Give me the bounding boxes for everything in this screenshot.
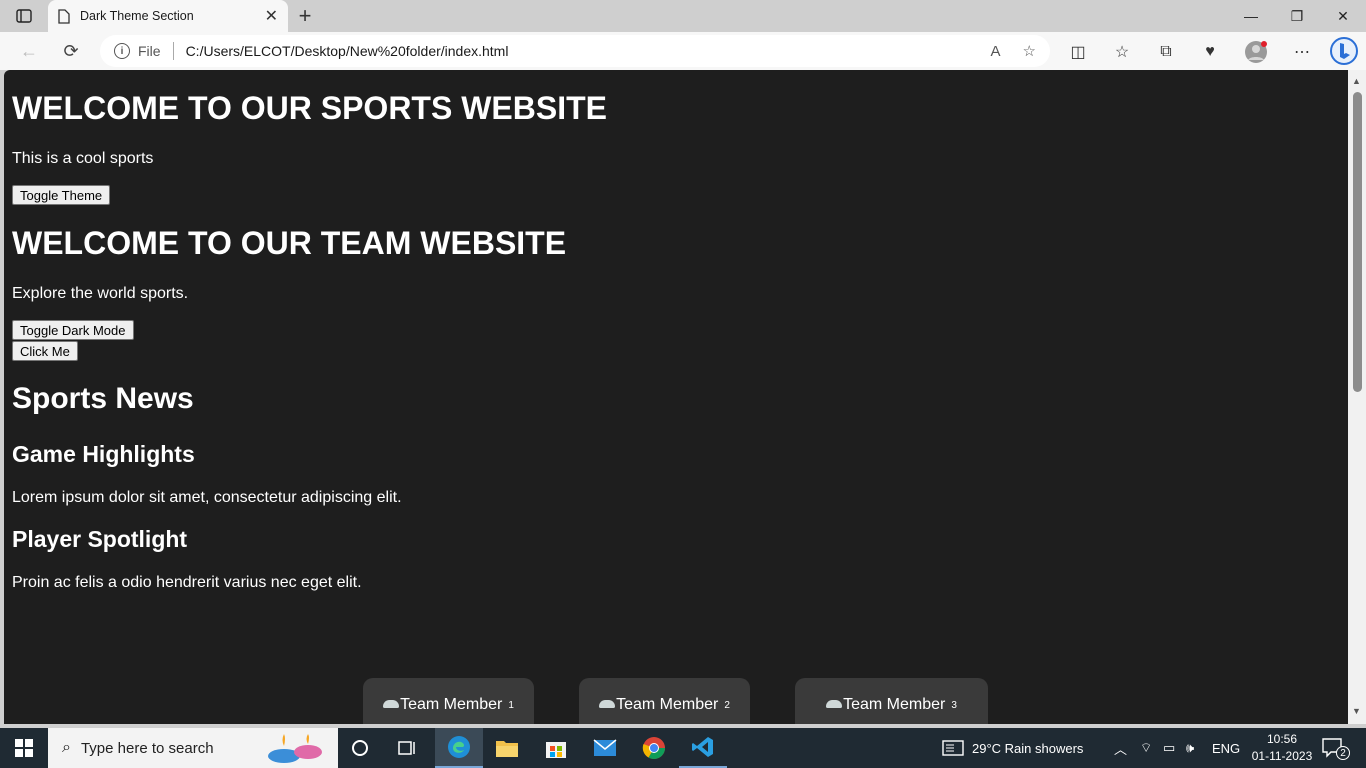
volume-icon[interactable]: 🕪: [1186, 728, 1194, 768]
tab-strip: Dark Theme Section ✕ + — ❐ ✕: [0, 0, 1366, 32]
member-label: Team Member: [400, 696, 503, 713]
taskbar-search-box[interactable]: ⌕ Type here to search: [48, 728, 338, 768]
news-heading: Sports News: [12, 382, 194, 415]
address-divider: [172, 42, 174, 60]
windows-start-icon[interactable]: [0, 728, 48, 768]
bing-copilot-icon[interactable]: [1330, 37, 1358, 65]
scrollbar-thumb[interactable]: [1353, 92, 1362, 392]
browser-essentials-icon[interactable]: ♥: [1198, 40, 1222, 64]
toggle-theme-button[interactable]: Toggle Theme: [12, 185, 111, 205]
member-image-tail: 3: [951, 700, 957, 711]
close-tab-icon[interactable]: ✕: [265, 6, 278, 26]
search-placeholder: Type here to search: [80, 739, 214, 757]
new-tab-button[interactable]: +: [292, 3, 318, 28]
member-label: Team Member: [616, 696, 719, 713]
info-icon[interactable]: i: [114, 43, 130, 59]
restore-button[interactable]: ❐: [1274, 0, 1320, 32]
weather-icon: [942, 740, 964, 756]
browser-toolbar: ← ⟳ i File C:/Users/ELCOT/Desktop/New%20…: [0, 32, 1366, 70]
favorite-star-icon[interactable]: ☆: [1023, 42, 1036, 60]
browser-tab[interactable]: Dark Theme Section ✕: [48, 0, 288, 32]
article-body: Lorem ipsum dolor sit amet, consectetur …: [12, 489, 402, 506]
team-heading: WELCOME TO OUR TEAM WEBSITE: [12, 225, 567, 261]
window-close-button[interactable]: ✕: [1320, 0, 1366, 32]
clock-time: 10:56: [1266, 732, 1298, 746]
weather-widget[interactable]: 29°C Rain showers: [942, 728, 1083, 768]
favorites-icon[interactable]: ☆: [1110, 40, 1134, 64]
back-arrow-icon[interactable]: ←: [14, 36, 44, 66]
article-title: Player Spotlight: [12, 526, 188, 552]
show-hidden-icons[interactable]: ︿: [1114, 728, 1127, 768]
taskbar-clock[interactable]: 10:56 01-11-2023: [1246, 731, 1318, 765]
vscode-icon[interactable]: [679, 728, 727, 768]
team-member-card[interactable]: Team Member 1: [363, 678, 534, 724]
task-view-icon[interactable]: [384, 728, 432, 768]
address-bar[interactable]: i File C:/Users/ELCOT/Desktop/New%20fold…: [100, 35, 1050, 67]
minimize-button[interactable]: —: [1228, 0, 1274, 32]
notifications-icon[interactable]: 2: [1322, 728, 1350, 768]
article-body: Proin ac felis a odio hendrerit varius n…: [12, 574, 362, 591]
read-aloud-icon[interactable]: A: [991, 43, 1001, 60]
sports-heading: WELCOME TO OUR SPORTS WEBSITE: [12, 90, 607, 126]
mail-icon[interactable]: [581, 728, 629, 768]
member-label: Team Member: [843, 696, 946, 713]
team-member-card[interactable]: Team Member 2: [579, 678, 750, 724]
toggle-dark-mode-button[interactable]: Toggle Dark Mode: [12, 320, 134, 340]
member-image: [826, 700, 843, 708]
member-image: [599, 700, 616, 708]
sports-paragraph: This is a cool sports: [12, 150, 154, 167]
tab-title: Dark Theme Section: [80, 9, 194, 23]
cortana-icon[interactable]: [336, 728, 384, 768]
scroll-up-icon[interactable]: ▲: [1352, 76, 1361, 86]
page-viewport: WELCOME TO OUR SPORTS WEBSITE This is a …: [4, 70, 1348, 724]
network-icon[interactable]: ⌔: [1140, 728, 1152, 768]
click-me-button[interactable]: Click Me: [12, 341, 78, 361]
chrome-icon[interactable]: [630, 728, 678, 768]
refresh-icon[interactable]: ⟳: [56, 36, 86, 66]
clock-date: 01-11-2023: [1251, 749, 1313, 763]
team-member-card[interactable]: Team Member 3: [795, 678, 988, 724]
article-title: Game Highlights: [12, 441, 195, 467]
url-text[interactable]: C:/Users/ELCOT/Desktop/New%20folder/inde…: [186, 43, 969, 59]
file-label: File: [138, 43, 161, 59]
store-icon[interactable]: [532, 728, 580, 768]
tab-actions-icon[interactable]: [10, 6, 38, 26]
split-screen-icon[interactable]: ◫: [1066, 40, 1090, 64]
notification-count: 2: [1336, 746, 1350, 760]
windows-taskbar: ⌕ Type here to search 29°C Rain showers …: [0, 728, 1366, 768]
edge-app-icon[interactable]: [435, 728, 483, 768]
member-image-tail: 1: [508, 700, 514, 711]
page-scrollbar[interactable]: ▲ ▼: [1348, 70, 1366, 724]
page-icon: [58, 8, 70, 24]
battery-icon[interactable]: ▭: [1163, 728, 1175, 768]
language-indicator[interactable]: ENG: [1212, 728, 1240, 768]
member-image: [383, 700, 400, 708]
team-paragraph: Explore the world sports.: [12, 285, 189, 302]
profile-avatar[interactable]: [1244, 40, 1268, 64]
search-icon: ⌕: [62, 739, 71, 756]
more-menu-icon[interactable]: ⋯: [1290, 40, 1314, 64]
collections-icon[interactable]: ⧉: [1154, 40, 1178, 64]
file-explorer-icon[interactable]: [483, 728, 531, 768]
member-image-tail: 2: [724, 700, 730, 711]
diwali-lamp-icon: [268, 734, 322, 763]
weather-text: 29°C Rain showers: [972, 740, 1084, 756]
scroll-down-icon[interactable]: ▼: [1352, 706, 1361, 716]
